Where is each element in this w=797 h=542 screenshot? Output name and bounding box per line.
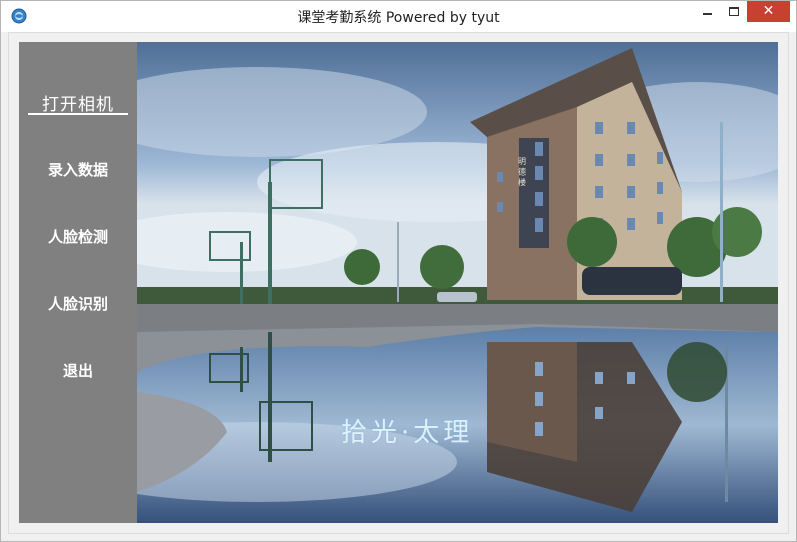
title-bar[interactable]: 课堂考勤系统 Powered by tyut ✕ <box>1 1 796 32</box>
window-title: 课堂考勤系统 Powered by tyut <box>297 10 500 26</box>
camera-display-image: 明 德 楼 拾光·太理 <box>137 42 778 523</box>
maximize-button[interactable] <box>721 1 746 22</box>
exit-button[interactable]: 退出 <box>19 360 137 381</box>
minimize-button[interactable] <box>694 1 721 22</box>
face-recognition-button[interactable]: 人脸识别 <box>19 293 137 314</box>
sidebar: 打开相机 录入数据 人脸检测 人脸识别 退出 <box>19 42 137 523</box>
face-detection-button[interactable]: 人脸检测 <box>19 226 137 247</box>
close-button[interactable]: ✕ <box>747 1 790 22</box>
enter-data-button[interactable]: 录入数据 <box>19 159 137 180</box>
building-sign: 明 德 楼 <box>518 157 527 187</box>
watermark-text: 拾光·太理 <box>341 418 474 448</box>
open-camera-button[interactable]: 打开相机 <box>19 90 137 115</box>
campus-photo: 明 德 楼 <box>137 42 778 523</box>
